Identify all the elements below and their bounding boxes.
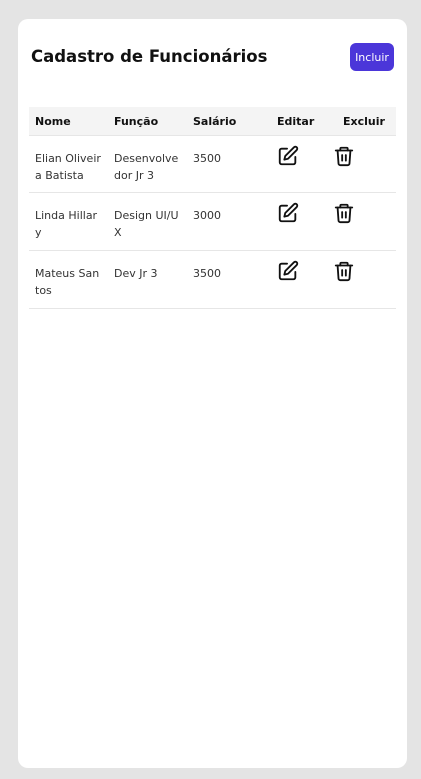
edit-icon[interactable] — [277, 260, 299, 282]
table-row: Mateus Santos Dev Jr 3 3500 — [29, 251, 396, 309]
page-title: Cadastro de Funcionários — [31, 47, 268, 66]
column-header-salario: Salário — [193, 115, 237, 128]
cell-salario: 3000 — [193, 209, 221, 222]
trash-icon[interactable] — [333, 260, 355, 282]
table-row: Linda Hillary Design UI/UX 3000 — [29, 193, 396, 251]
cell-nome: Linda Hillary — [35, 209, 98, 239]
cell-nome: Mateus Santos — [35, 267, 100, 297]
cell-funcao: Dev Jr 3 — [114, 267, 158, 280]
column-header-nome: Nome — [35, 115, 71, 128]
trash-icon[interactable] — [333, 145, 355, 167]
table-header: Nome Função Salário Editar Excluir — [29, 107, 396, 136]
cell-funcao: Design UI/UX — [114, 209, 179, 239]
employee-card: Cadastro de Funcionários Incluir Nome Fu… — [18, 19, 407, 768]
column-header-editar: Editar — [277, 115, 315, 128]
cell-funcao: Desenvolvedor Jr 3 — [114, 152, 179, 182]
column-header-excluir: Excluir — [343, 115, 385, 128]
cell-salario: 3500 — [193, 267, 221, 280]
employee-table: Nome Função Salário Editar Excluir Elian… — [29, 107, 396, 309]
edit-icon[interactable] — [277, 202, 299, 224]
cell-nome: Elian Oliveira Batista — [35, 152, 101, 182]
column-header-funcao: Função — [114, 115, 159, 128]
edit-icon[interactable] — [277, 145, 299, 167]
cell-salario: 3500 — [193, 152, 221, 165]
trash-icon[interactable] — [333, 202, 355, 224]
add-employee-button[interactable]: Incluir — [350, 43, 394, 71]
table-row: Elian Oliveira Batista Desenvolvedor Jr … — [29, 136, 396, 193]
